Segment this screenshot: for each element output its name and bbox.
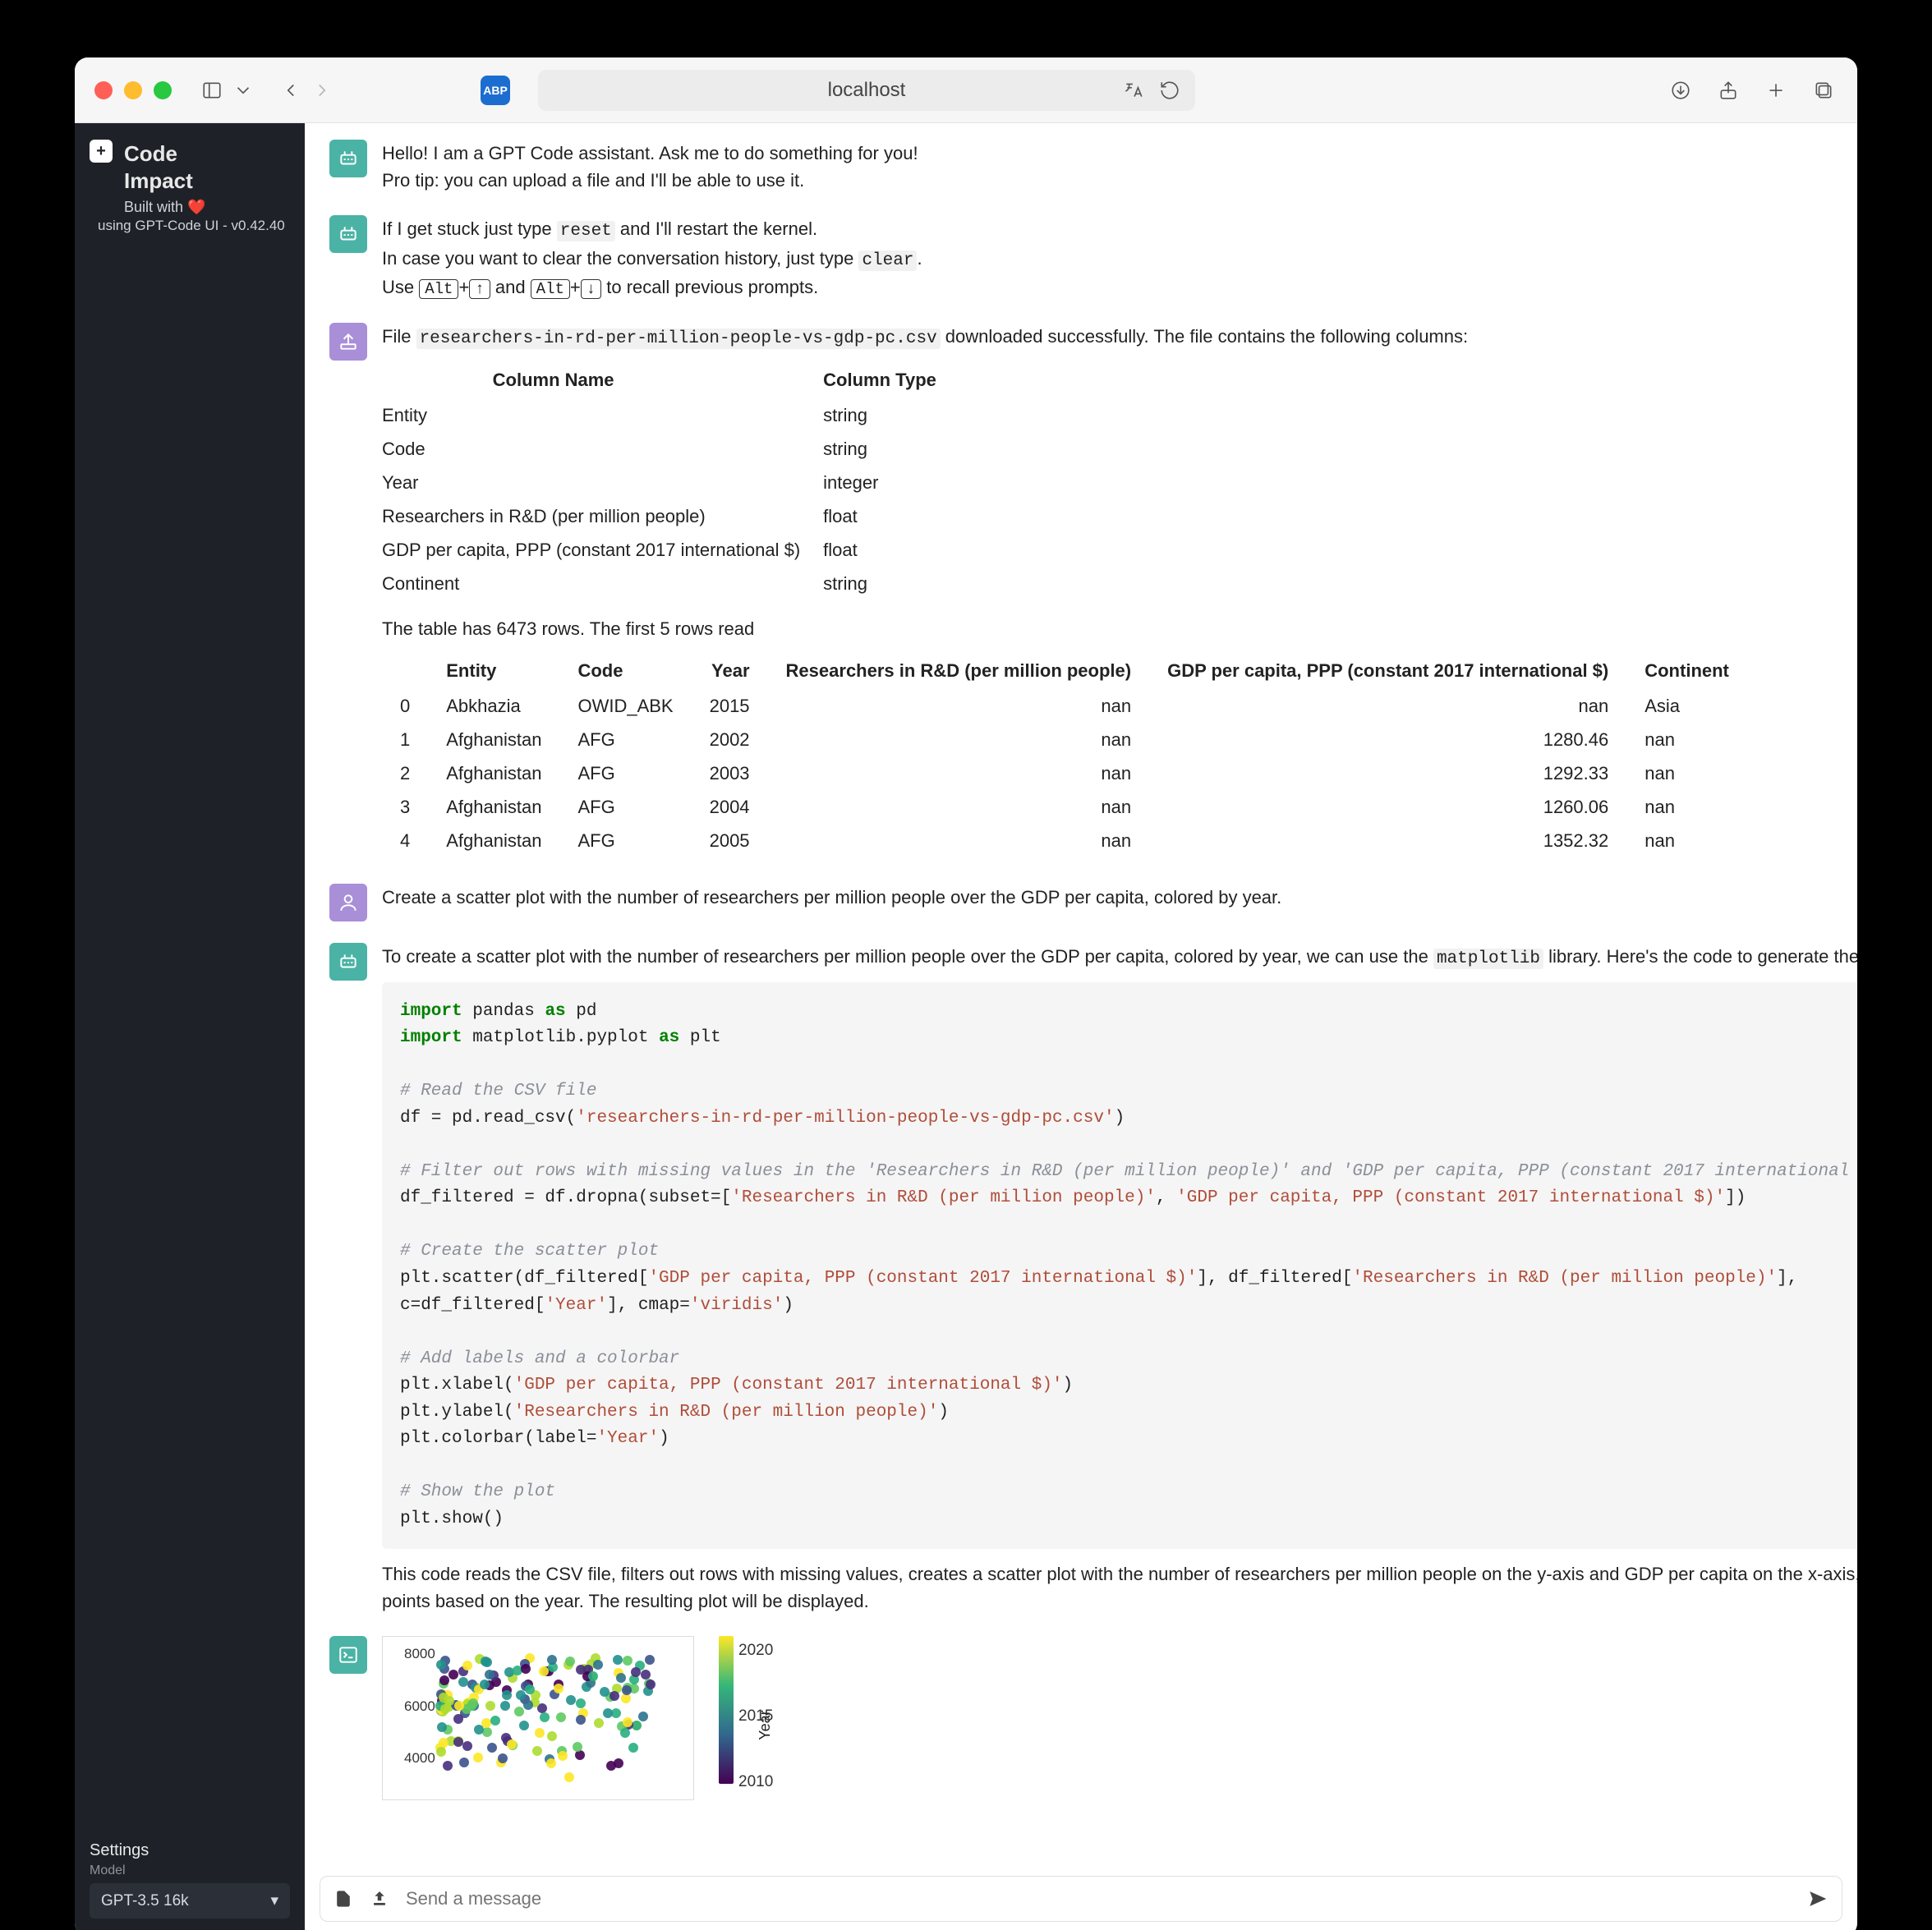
- app-title-line1: + Code: [75, 138, 305, 168]
- url-text: localhost: [828, 79, 906, 102]
- reload-icon[interactable]: [1156, 76, 1184, 104]
- table-row: 2AfghanistanAFG2003nan1292.33nan: [382, 756, 1747, 790]
- window-controls: [94, 81, 172, 99]
- colorbar-tick: 2020: [738, 1639, 773, 1663]
- execution-avatar: [329, 1636, 367, 1674]
- message-input[interactable]: [404, 1887, 1792, 1910]
- ytick: 4000: [404, 1748, 435, 1769]
- ytick: 6000: [404, 1696, 435, 1717]
- abp-extension-icon[interactable]: ABP: [481, 76, 510, 105]
- app-window: ABP localhost + Code Impact Built with ❤…: [75, 57, 1857, 1930]
- rows-note: The table has 6473 rows. The first 5 row…: [382, 615, 1833, 642]
- assistant-message: If I get stuck just type reset and I'll …: [382, 215, 1833, 301]
- tabs-overview-icon[interactable]: [1810, 76, 1838, 104]
- app-title-line2: Impact: [75, 168, 305, 199]
- table-row: GDP per capita, PPP (constant 2017 inter…: [382, 533, 959, 567]
- table-row: Codestring: [382, 432, 959, 466]
- table-row: Yearinteger: [382, 466, 959, 499]
- model-select-value: GPT-3.5 16k: [101, 1892, 189, 1910]
- upload-avatar: [329, 323, 367, 361]
- colorbar: 202020152010 Year: [719, 1636, 753, 1792]
- assistant-message: To create a scatter plot with the number…: [382, 943, 1857, 1615]
- colorbar-tick: 2010: [738, 1771, 773, 1794]
- upload-message: File researchers-in-rd-per-million-peopl…: [382, 323, 1833, 863]
- version-label: using GPT-Code UI - v0.42.40: [75, 216, 305, 234]
- table-row: 4AfghanistanAFG2005nan1352.32nan: [382, 824, 1747, 857]
- sample-table: Entity Code Year Researchers in R&D (per…: [382, 652, 1747, 857]
- assistant-avatar: [329, 943, 367, 981]
- messages-scroll[interactable]: Hello! I am a GPT Code assistant. Ask me…: [305, 123, 1857, 1930]
- share-icon[interactable]: [1714, 76, 1742, 104]
- table-row: 3AfghanistanAFG2004nan1260.06nan: [382, 790, 1747, 824]
- downloads-icon[interactable]: [1667, 76, 1695, 104]
- table-row: Entitystring: [382, 398, 959, 432]
- chevron-down-icon[interactable]: [229, 76, 257, 104]
- table-row: Researchers in R&D (per million people)f…: [382, 499, 959, 533]
- close-window-button[interactable]: [94, 81, 113, 99]
- code-block: import pandas as pdimport matplotlib.pyp…: [382, 982, 1857, 1550]
- model-select[interactable]: GPT-3.5 16k ▾: [90, 1883, 290, 1919]
- execution-output: D (per million people) 800060004000 2020…: [382, 1636, 1833, 1800]
- app-sidebar: + Code Impact Built with ❤️ using GPT-Co…: [75, 123, 305, 1930]
- url-bar[interactable]: localhost: [538, 70, 1195, 111]
- table-row: 1AfghanistanAFG2002nan1280.46nan: [382, 723, 1747, 756]
- sidebar-toggle-icon[interactable]: [198, 76, 226, 104]
- chat-area: Hello! I am a GPT Code assistant. Ask me…: [305, 123, 1857, 1930]
- new-tab-icon[interactable]: [1762, 76, 1790, 104]
- built-with-label: Built with ❤️: [75, 199, 305, 216]
- browser-titlebar: ABP localhost: [75, 57, 1857, 123]
- settings-heading: Settings: [90, 1841, 290, 1860]
- ytick: 8000: [404, 1643, 435, 1665]
- assistant-message: Hello! I am a GPT Code assistant. Ask me…: [382, 140, 1833, 194]
- columns-table: Column Name Column Type EntitystringCode…: [382, 361, 959, 600]
- new-chat-icon[interactable]: +: [90, 140, 113, 163]
- user-avatar: [329, 884, 367, 921]
- forward-button[interactable]: [308, 76, 336, 104]
- upload-icon[interactable]: [368, 1887, 391, 1910]
- minimize-window-button[interactable]: [124, 81, 142, 99]
- table-row: 0AbkhaziaOWID_ABK2015nannanAsia: [382, 689, 1747, 723]
- zoom-window-button[interactable]: [154, 81, 172, 99]
- send-button[interactable]: [1806, 1886, 1830, 1911]
- back-button[interactable]: [277, 76, 305, 104]
- chevron-down-icon: ▾: [270, 1891, 278, 1910]
- assistant-avatar: [329, 215, 367, 253]
- scatter-plot-thumbnail: D (per million people) 800060004000: [382, 1636, 694, 1800]
- composer: [320, 1876, 1842, 1922]
- attach-file-icon[interactable]: [332, 1887, 355, 1910]
- table-row: Continentstring: [382, 567, 959, 600]
- translate-icon[interactable]: [1120, 76, 1148, 104]
- settings-subheading: Model: [90, 1863, 290, 1878]
- user-message: Create a scatter plot with the number of…: [382, 884, 1833, 911]
- assistant-avatar: [329, 140, 367, 177]
